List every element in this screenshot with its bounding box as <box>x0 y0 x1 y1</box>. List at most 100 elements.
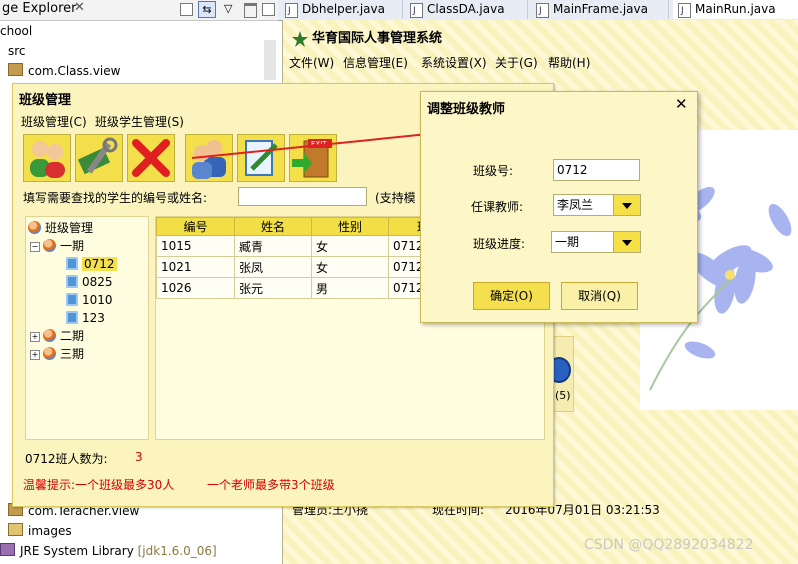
teacher-label: 任课教师: <box>471 200 524 214</box>
toolbar-settings-button[interactable] <box>75 134 123 182</box>
library-icon <box>0 543 15 556</box>
tree-group-3[interactable]: + 三期 <box>30 346 84 363</box>
chevron-down-icon[interactable] <box>613 195 640 215</box>
menu-system-settings[interactable]: 系统设置(X) <box>421 55 487 71</box>
tree-group-1[interactable]: − 一期 <box>30 238 84 255</box>
search-label: 填写需要查找的学生的编号或姓名: <box>23 191 208 205</box>
class-node-icon <box>66 311 78 324</box>
teacher-select-value: 李凤兰 <box>557 198 594 212</box>
editor-tab-bar: Dbhelper.java ClassDA.java MainFrame.jav… <box>278 0 798 21</box>
users-icon <box>30 141 65 178</box>
close-icon[interactable]: ✕ <box>675 95 688 113</box>
table-cell: 张凤 <box>234 256 312 278</box>
confirm-button[interactable]: 确定(O) <box>473 282 550 310</box>
student-table: 编号 姓名 性别 班 1015 臧青 女 0712 1021 张凤 女 0712 <box>156 217 458 299</box>
src-label: src <box>8 44 26 58</box>
tree-root[interactable]: 班级管理 <box>28 220 93 237</box>
table-row[interactable]: 1021 张凤 女 0712 <box>156 256 458 278</box>
package-node-class-view[interactable]: com.Class.view <box>8 62 120 80</box>
folder-person-icon <box>43 329 56 342</box>
tree-item-label: 0712 <box>82 257 117 271</box>
tab-classda[interactable]: ClassDA.java <box>405 0 528 21</box>
menu-file[interactable]: 文件(W) <box>289 55 334 71</box>
expand-icon[interactable]: + <box>30 350 40 360</box>
class-number-field[interactable]: 0712 <box>553 159 640 181</box>
cancel-button[interactable]: 取消(Q) <box>561 282 638 310</box>
tree-item-1010[interactable]: 1010 <box>66 292 113 309</box>
package-explorer-tab[interactable]: ge Explorer ✕ ⇆ ▽ <box>0 0 278 21</box>
partial-label[interactable]: (5) <box>555 389 571 402</box>
scrollbar[interactable] <box>264 40 276 80</box>
tree-item-label: 1010 <box>82 293 113 307</box>
minimize-icon[interactable] <box>180 3 193 16</box>
java-file-icon <box>536 2 549 21</box>
link-editor-icon[interactable]: ⇆ <box>198 1 216 18</box>
tree-item-123[interactable]: 123 <box>66 310 105 327</box>
minimize-view-icon[interactable] <box>244 3 257 18</box>
class-node-icon <box>66 293 78 306</box>
table-row[interactable]: 1026 张元 男 0712 <box>156 277 458 299</box>
search-input[interactable] <box>238 187 367 206</box>
watermark: CSDN @QQ2892034822 <box>584 537 754 553</box>
package-icon <box>8 63 23 76</box>
tab-label: MainRun.java <box>695 2 776 16</box>
column-header-name[interactable]: 姓名 <box>234 217 312 236</box>
tab-dbhelper[interactable]: Dbhelper.java <box>280 0 403 21</box>
tip-max-classes: 一个老师最多带3个班级 <box>207 478 335 492</box>
tab-label: ClassDA.java <box>427 2 505 16</box>
java-file-icon <box>410 2 423 21</box>
toolbar-users-button[interactable] <box>23 134 71 182</box>
chevron-down-icon[interactable] <box>613 232 640 252</box>
project-node[interactable]: chool <box>0 22 32 40</box>
jre-library-node[interactable]: JRE System Library [jdk1.6.0_06] <box>0 542 217 560</box>
tree-group-label: 一期 <box>60 239 85 253</box>
view-menu-icon[interactable]: ▽ <box>224 2 232 15</box>
menu-class-student-manage[interactable]: 班级学生管理(S) <box>95 113 184 130</box>
images-node[interactable]: images <box>8 522 72 540</box>
tree-group-label: 三期 <box>60 347 85 361</box>
folder-person-icon <box>43 347 56 360</box>
menu-class-manage[interactable]: 班级管理(C) <box>21 113 87 130</box>
table-cell: 女 <box>311 235 389 257</box>
tab-mainrun[interactable]: MainRun.java <box>673 0 798 21</box>
tree-group-2[interactable]: + 二期 <box>30 328 84 345</box>
maximize-view-icon[interactable] <box>262 3 275 16</box>
expand-icon[interactable]: + <box>30 332 40 342</box>
images-label: images <box>28 524 72 538</box>
progress-select[interactable]: 一期 <box>551 231 641 253</box>
tree-item-label: 123 <box>82 311 105 325</box>
progress-label: 班级进度: <box>473 237 526 251</box>
folder-person-icon <box>28 221 41 234</box>
menu-info-manage[interactable]: 信息管理(E) <box>343 55 408 71</box>
teacher-select[interactable]: 李凤兰 <box>553 194 641 216</box>
tree-item-0825[interactable]: 0825 <box>66 274 113 291</box>
folder-person-icon <box>43 239 56 252</box>
folder-icon <box>8 523 23 536</box>
column-header-gender[interactable]: 性别 <box>311 217 389 236</box>
project-label: chool <box>0 24 33 38</box>
search-hint: (支持模 <box>375 191 416 205</box>
main-window-title: 华育国际人事管理系统 <box>312 31 443 46</box>
class-node-icon <box>66 257 78 270</box>
close-icon[interactable]: ✕ <box>74 0 85 15</box>
tab-label: Dbhelper.java <box>302 2 385 16</box>
menu-about[interactable]: 关于(G) <box>495 55 538 71</box>
table-row[interactable]: 1015 臧青 女 0712 <box>156 235 458 257</box>
table-cell: 女 <box>311 256 389 278</box>
settings-tool-icon <box>77 137 118 175</box>
adjust-teacher-dialog: 调整班级教师 ✕ 班级号: 0712 任课教师: 李凤兰 班级进度: 一期 确定… <box>420 91 698 323</box>
count-value: 3 <box>135 450 143 464</box>
tree-root-label: 班级管理 <box>45 221 94 235</box>
collapse-icon[interactable]: − <box>30 242 40 252</box>
tab-mainframe[interactable]: MainFrame.java <box>531 0 669 21</box>
count-label: 0712班人数为: <box>25 452 108 466</box>
package-label: com.Class.view <box>28 64 121 78</box>
column-header-id[interactable]: 编号 <box>156 217 235 236</box>
menu-help[interactable]: 帮助(H) <box>548 55 590 71</box>
table-cell: 男 <box>311 277 389 299</box>
toolbar-delete-button[interactable] <box>127 134 175 182</box>
src-node[interactable]: src <box>8 42 26 60</box>
tab-label: MainFrame.java <box>553 2 648 16</box>
class-node-icon <box>66 275 78 288</box>
tree-item-0712[interactable]: 0712 <box>66 256 117 273</box>
